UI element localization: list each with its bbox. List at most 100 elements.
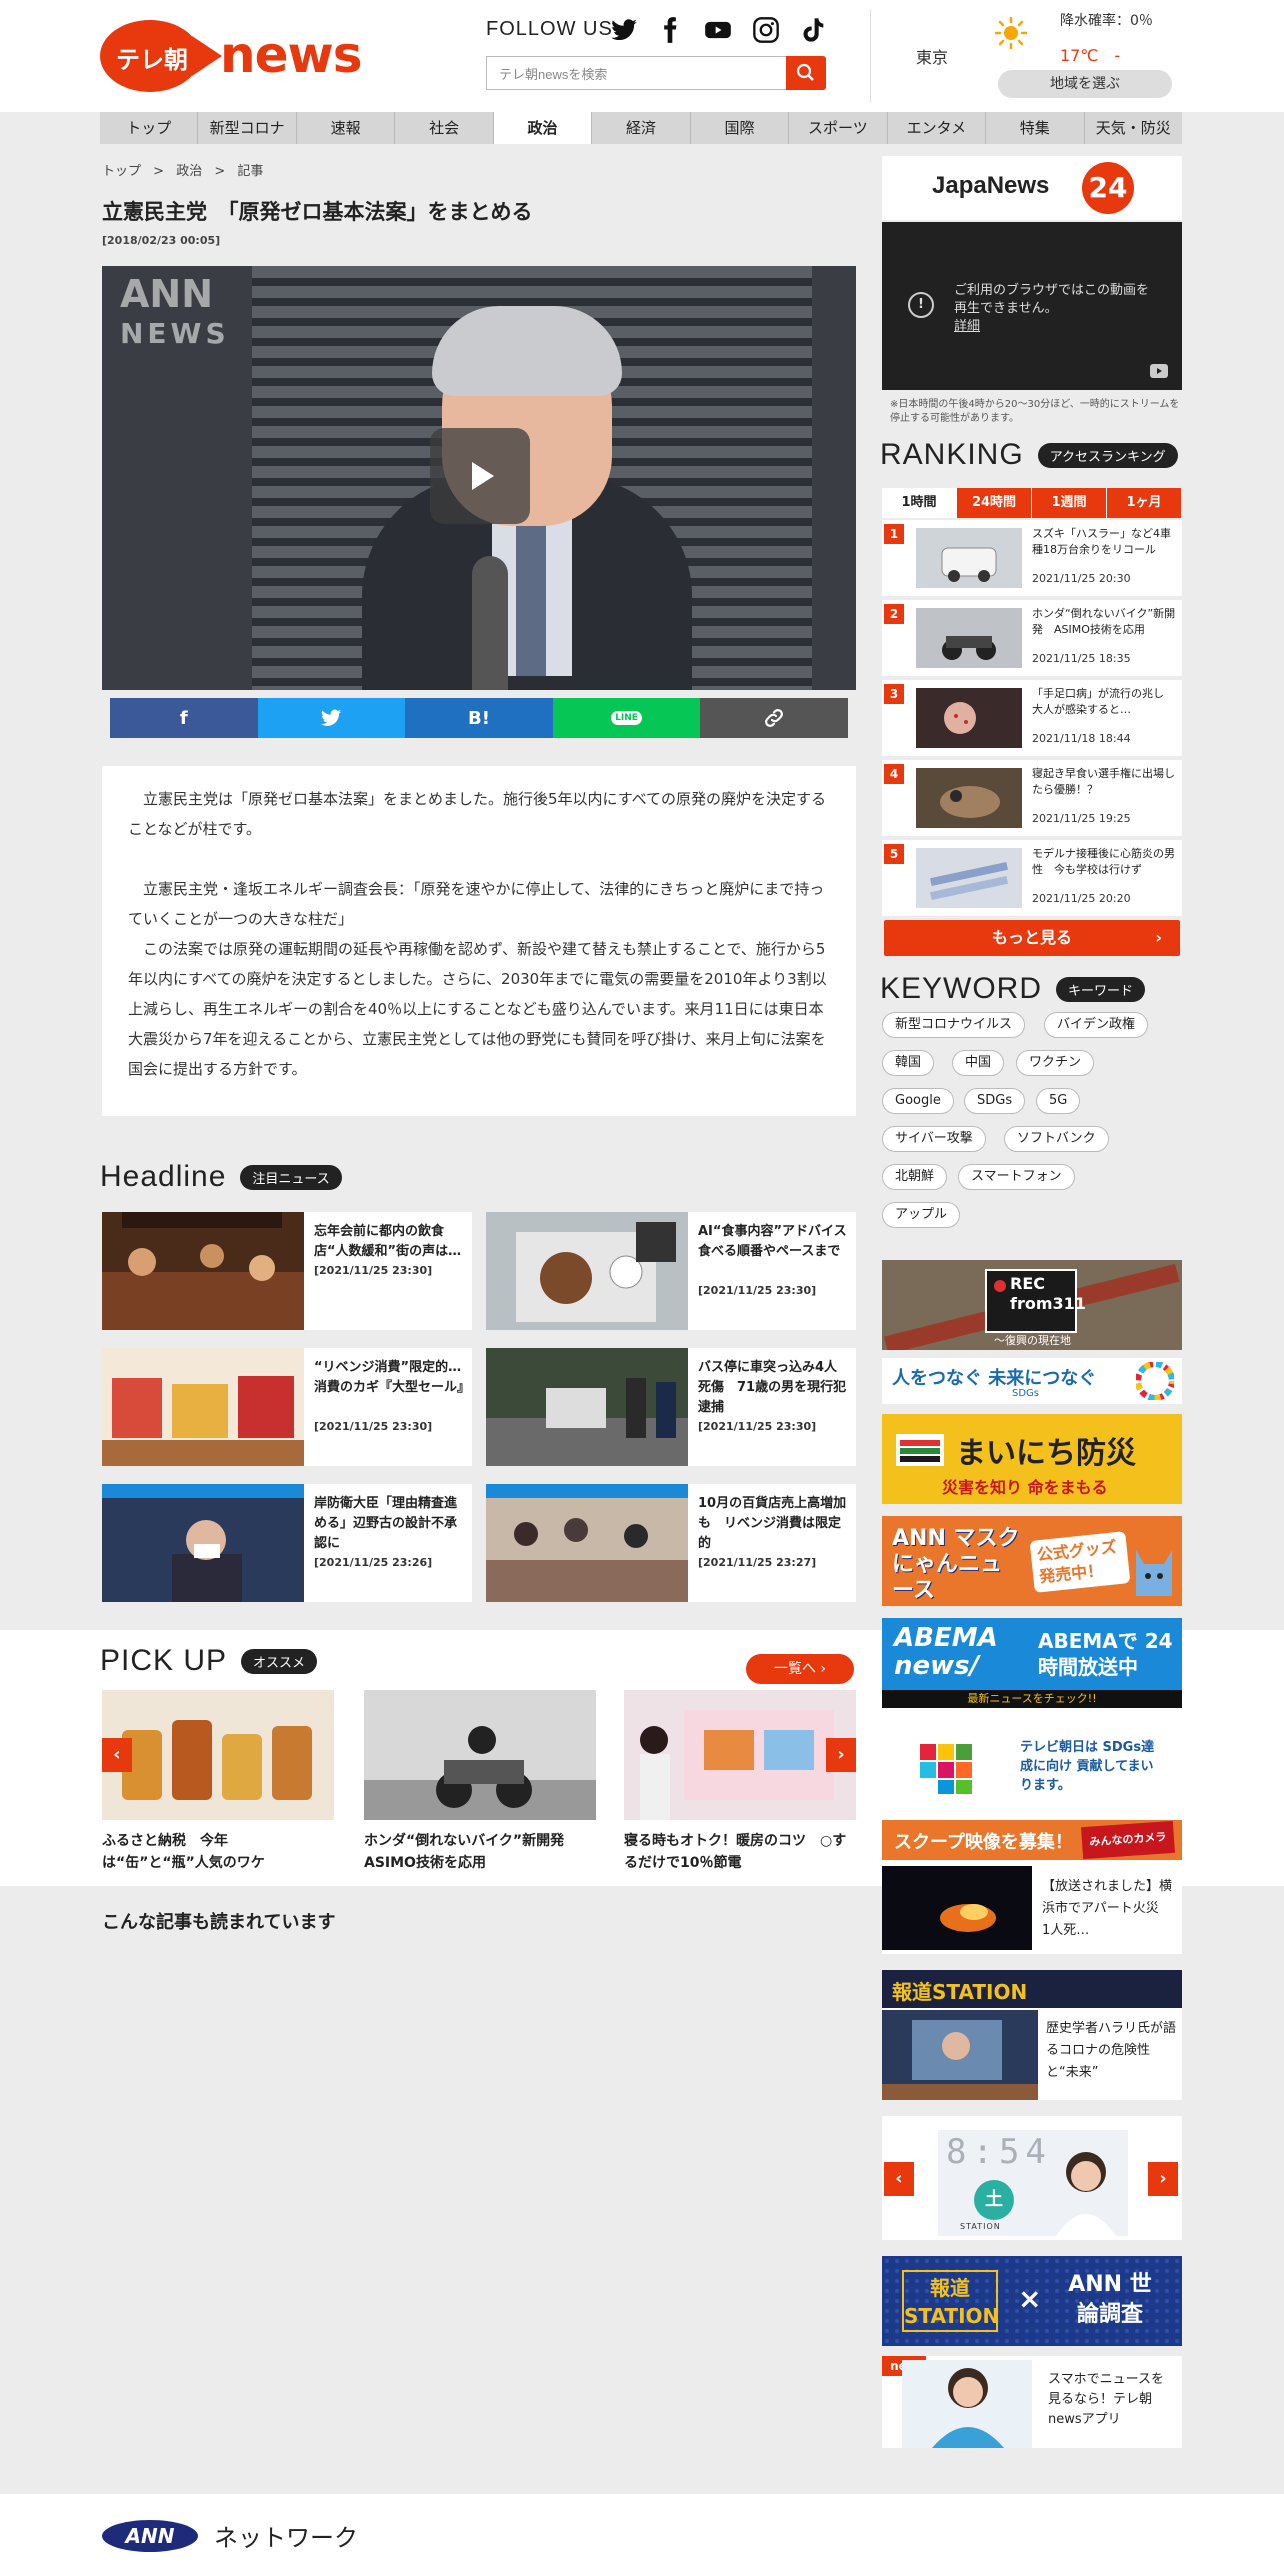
mainichi-bousai-banner[interactable]: まいにち防災 災害を知り 命をまもる — [882, 1414, 1182, 1504]
nav-item-economy[interactable]: 経済 — [592, 112, 691, 144]
nav-item-entertainment[interactable]: エンタメ — [887, 112, 987, 144]
share-hatena-button[interactable]: B! — [405, 698, 553, 738]
ann-logo[interactable]: ANN — [102, 2520, 198, 2552]
nav-item-breaking[interactable]: 速報 — [296, 112, 396, 144]
pickup-title: PICK UP — [100, 1644, 228, 1677]
line-icon: LINE — [611, 711, 642, 725]
rec-from311-banner[interactable]: REC from311 ～復興の現在地 — [882, 1260, 1182, 1350]
ranking-item-title: 「手足口病」が流行の兆し 大人が感染すると… — [1032, 687, 1175, 716]
pickup-more-button[interactable]: 一覧へ › — [746, 1654, 854, 1684]
follow-us-label: FOLLOW US — [486, 18, 613, 40]
headline-card[interactable]: 10月の百貨店売上高増加も リベンジ消費は限定的 [2021/11/25 23:… — [486, 1484, 856, 1602]
ranking-item[interactable]: 1 スズキ「ハスラー」など4車種18万台余りをリコール 2021/11/25 2… — [882, 520, 1182, 596]
nav-item-top[interactable]: トップ — [100, 112, 199, 144]
pickup-card[interactable]: 寝る時もオトク！暖房のコツ ○するだけで10％節電 — [624, 1690, 856, 1874]
tab-1month[interactable]: 1ヶ月 — [1107, 488, 1182, 518]
station-title: 報道STATION — [892, 1980, 1028, 2004]
keyword-tag[interactable]: 5G — [1036, 1088, 1081, 1114]
ranking-item[interactable]: 2 ホンダ“倒れないバイク”新開発 ASIMO技術を応用 2021/11/25 … — [882, 600, 1182, 676]
breadcrumb-top[interactable]: トップ — [102, 164, 141, 179]
facebook-icon[interactable] — [656, 16, 684, 44]
scoop-card[interactable]: スクープ映像を募集！ みんなのカメラ 【放送されました】横浜市でアパート火災 1… — [882, 1820, 1182, 1954]
headline-card[interactable]: 岸防衛大臣「理由精査進める」辺野古の設計不承認に [2021/11/25 23:… — [102, 1484, 472, 1602]
headline-title: Headline — [100, 1160, 227, 1193]
keyword-tag[interactable]: バイデン政権 — [1044, 1012, 1149, 1038]
headline-card[interactable]: AI“食事内容”アドバイス 食べる順番やペースまで [2021/11/25 23… — [486, 1212, 860, 1330]
breadcrumb-politics[interactable]: 政治 — [176, 164, 202, 179]
region-select-button[interactable]: 地域を選ぶ — [998, 70, 1172, 98]
carousel-next-button[interactable]: › — [1148, 2162, 1178, 2196]
pickup-prev-button[interactable]: ‹ — [102, 1738, 132, 1772]
pickup-card[interactable]: ふるさと納税 今年は“缶”と“瓶”人気のワケ — [102, 1690, 334, 1874]
youtube-icon[interactable] — [1150, 364, 1168, 378]
ranking-item[interactable]: 4 寝起き早食い選手権に出場したら優勝！？ 2021/11/25 19:25 — [882, 760, 1182, 836]
tab-1hour[interactable]: 1時間 — [882, 488, 957, 518]
share-line-button[interactable]: LINE — [552, 698, 701, 738]
keyword-tag[interactable]: 韓国 — [882, 1050, 935, 1076]
nav-item-feature[interactable]: 特集 — [986, 112, 1085, 144]
app-banner[interactable]: new スマホでニュースを見るなら！テレ朝newsアプリ — [882, 2356, 1182, 2448]
nav-item-politics[interactable]: 政治 — [493, 112, 593, 144]
pickup-card-title: 寝る時もオトク！暖房のコツ ○するだけで10％節電 — [624, 1833, 847, 1871]
bousai-logo-icon — [896, 1434, 944, 1466]
instagram-icon[interactable] — [752, 16, 780, 44]
twitter-icon[interactable] — [610, 16, 638, 44]
ranking-more-button[interactable]: もっと見る › — [884, 920, 1180, 956]
youtube-icon[interactable] — [704, 16, 732, 44]
carousel-prev-button[interactable]: ‹ — [884, 2162, 914, 2196]
share-twitter-button[interactable] — [257, 698, 406, 738]
hodo-station-card[interactable]: 報道STATION 歴史学者ハラリ氏が語るコロナの危険性と“未来” — [882, 1970, 1182, 2100]
sdgs-banner[interactable]: 人をつなぐ 未来につなぐ SDGs — [882, 1358, 1182, 1404]
article-paragraph: 立憲民主党・逢坂エネルギー調査会長：「原発を速やかに停止して、法律的にきちっと廃… — [128, 880, 825, 928]
poll-banner[interactable]: 報道 STATION × ANN 世論調査 — [882, 2256, 1182, 2346]
keyword-tag[interactable]: SDGs — [964, 1088, 1026, 1114]
keyword-tag[interactable]: 新型コロナウイルス — [882, 1012, 1026, 1038]
tab-1week[interactable]: 1週間 — [1032, 488, 1107, 518]
headline-section-header: Headline 注目ニュース — [100, 1160, 342, 1194]
play-icon[interactable] — [430, 428, 530, 524]
nav-item-society[interactable]: 社会 — [395, 112, 494, 144]
cat-mascot-icon — [1136, 1550, 1172, 1596]
keyword-tag[interactable]: ワクチン — [1016, 1050, 1095, 1076]
abema-news-banner[interactable]: ABEMA news/ ABEMAで 24時間放送中 最新ニュースをチェック!! — [882, 1618, 1182, 1708]
headline-card-date: [2021/11/25 23:27] — [698, 1556, 817, 1569]
keyword-tag[interactable]: サイバー攻撃 — [882, 1126, 986, 1152]
search-button[interactable] — [786, 56, 826, 90]
ranking-badge: アクセスランキング — [1037, 442, 1178, 468]
sdgs-contribution-banner[interactable]: テレビ朝日は SDGs達成に向け 貢献してまいります。 — [882, 1722, 1182, 1808]
saturday-station-banner[interactable]: 8:54 土 STATION — [938, 2130, 1128, 2236]
pickup-card[interactable]: ホンダ“倒れないバイク”新開発 ASIMO技術を応用 — [364, 1690, 596, 1874]
nav-item-sports[interactable]: スポーツ — [789, 112, 888, 144]
video-error-link[interactable]: 詳細 — [954, 319, 980, 334]
keyword-section-header: KEYWORD キーワード — [880, 972, 1146, 1006]
keyword-tag[interactable]: 中国 — [952, 1050, 1005, 1076]
nav-item-international[interactable]: 国際 — [690, 112, 790, 144]
nav-item-weather[interactable]: 天気・防災 — [1084, 112, 1182, 144]
headline-card[interactable]: “リベンジ消費”限定的…消費のカギ『大型セール』 [2021/11/25 23:… — [102, 1348, 472, 1466]
ranking-item[interactable]: 5 モデルナ接種後に心筋炎の男性 今も学校は行けず 2021/11/25 20:… — [882, 840, 1182, 916]
tab-24hours[interactable]: 24時間 — [957, 488, 1032, 518]
share-facebook-button[interactable]: f — [110, 698, 258, 738]
keyword-tag[interactable]: 北朝鮮 — [882, 1164, 948, 1190]
video-player[interactable]: ANN NEWS — [102, 266, 856, 690]
ann-watermark-text: ANN — [120, 272, 214, 316]
share-copy-link-button[interactable] — [700, 698, 848, 738]
breadcrumb: トップ > 政治 > 記事 — [102, 164, 264, 179]
headline-card[interactable]: 忘年会前に都内の飲食店“人数緩和”街の声は… [2021/11/25 23:30… — [102, 1212, 472, 1330]
mask-nyan-banner[interactable]: ANN マスクにゃんニュース 公式グッズ発売中！ — [882, 1516, 1182, 1606]
pickup-next-button[interactable]: › — [826, 1738, 856, 1772]
japanews24-logo[interactable]: JapaNews 24 — [882, 156, 1182, 220]
keyword-tag[interactable]: ソフトバンク — [1004, 1126, 1109, 1152]
keyword-tag[interactable]: Google — [882, 1088, 954, 1114]
nav-item-corona[interactable]: 新型コロナ — [198, 112, 297, 144]
search-input[interactable]: テレ朝newsを検索 — [486, 56, 788, 90]
headline-card-title: バス停に車突っ込み4人死傷 71歳の男を現行犯逮捕 — [698, 1360, 847, 1415]
headline-card[interactable]: バス停に車突っ込み4人死傷 71歳の男を現行犯逮捕 [2021/11/25 23… — [486, 1348, 856, 1466]
tiktok-icon[interactable] — [800, 16, 828, 44]
keyword-tag[interactable]: アップル — [882, 1202, 961, 1228]
ranking-item[interactable]: 3 「手足口病」が流行の兆し 大人が感染すると… 2021/11/18 18:4… — [882, 680, 1182, 756]
ranking-number: 4 — [884, 764, 904, 784]
site-logo[interactable]: テレ朝 news — [100, 20, 362, 92]
sidebar-video-player[interactable]: ! ご利用のブラウザではこの動画を再生できません。 詳細 — [882, 222, 1182, 390]
keyword-tag[interactable]: スマートフォン — [958, 1164, 1075, 1190]
